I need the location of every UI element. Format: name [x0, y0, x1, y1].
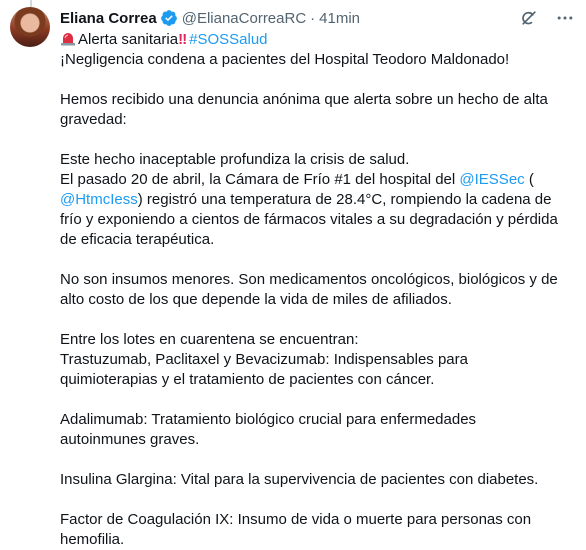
text-line: autoinmunes graves. — [60, 431, 200, 448]
mention-iessec[interactable]: @IESSec — [459, 171, 524, 188]
headline-text: Alerta sanitaria — [78, 31, 179, 48]
author-handle[interactable]: @ElianaCorreaRC — [182, 10, 306, 27]
tweet-actions — [518, 7, 576, 29]
avatar[interactable] — [10, 7, 50, 47]
tweet-header: Eliana Correa @ElianaCorreaRC · 41min — [60, 7, 574, 29]
text-line: No son insumos menores. Son medicamentos… — [60, 271, 558, 288]
grok-icon[interactable] — [518, 7, 540, 29]
text-line: alto costo de los que depende la vida de… — [60, 291, 452, 308]
thread-connector-line — [30, 0, 32, 7]
text-segment: ) registró una temperatura de 28.4°C, ro… — [137, 191, 552, 208]
text-line: ¡Negligencia condena a pacientes del Hos… — [60, 51, 510, 68]
paragraph: Hemos recibido una denuncia anónima que … — [60, 90, 574, 130]
more-icon[interactable] — [554, 7, 576, 29]
rotating-light-icon — [60, 30, 76, 46]
double-exclamation-icon: ‼ — [178, 31, 187, 48]
paragraph: Entre los lotes en cuarentena se encuent… — [60, 330, 574, 390]
tweet-time[interactable]: 41min — [319, 10, 360, 27]
mention-htmciess[interactable]: @HtmcIess — [60, 191, 138, 208]
text-line: de eficacia terapéutica. — [60, 231, 215, 248]
paragraph: Insulina Glargina: Vital para la supervi… — [60, 470, 574, 490]
paragraph: Adalimumab: Tratamiento biológico crucia… — [60, 410, 574, 450]
paragraph: No son insumos menores. Son medicamentos… — [60, 270, 574, 310]
text-line: quimioterapias y el tratamiento de pacie… — [60, 371, 435, 388]
text-segment: El pasado 20 de abril, la Cámara de Frío… — [60, 171, 460, 188]
verified-badge-icon — [160, 9, 178, 27]
text-line: gravedad: — [60, 111, 127, 128]
author-name[interactable]: Eliana Correa — [60, 10, 157, 27]
text-line: hemofilia. — [60, 531, 125, 548]
headline-line: Alerta sanitaria‼ #SOSSalud — [60, 30, 574, 50]
text-line: Adalimumab: Tratamiento biológico crucia… — [60, 411, 477, 428]
separator-dot: · — [310, 9, 316, 27]
hashtag-link[interactable]: #SOSSalud — [189, 31, 267, 48]
text-line: Este hecho inaceptable profundiza la cri… — [60, 151, 410, 168]
text-line-with-mention: El pasado 20 de abril, la Cámara de Frío… — [60, 170, 574, 190]
text-line: Insulina Glargina: Vital para la supervi… — [60, 471, 539, 488]
text-line: Factor de Coagulación IX: Insumo de vida… — [60, 511, 532, 528]
text-line: frío y exponiendo a cientos de fármacos … — [60, 211, 558, 228]
paragraph: Este hecho inaceptable profundiza la cri… — [60, 150, 574, 250]
text-line: Hemos recibido una denuncia anónima que … — [60, 91, 548, 108]
text-line: Entre los lotes en cuarentena se encuent… — [60, 331, 359, 348]
paragraph: Factor de Coagulación IX: Insumo de vida… — [60, 510, 574, 550]
tweet-text: Alerta sanitaria‼ #SOSSalud ¡Negligencia … — [60, 30, 574, 550]
text-line: Trastuzumab, Paclitaxel y Bevacizumab: I… — [60, 351, 468, 368]
text-segment: ( — [524, 171, 534, 188]
paragraph-headline: Alerta sanitaria‼ #SOSSalud ¡Negligencia … — [60, 30, 574, 70]
text-line-with-mention: @HtmcIess) registró una temperatura de 2… — [60, 190, 574, 210]
